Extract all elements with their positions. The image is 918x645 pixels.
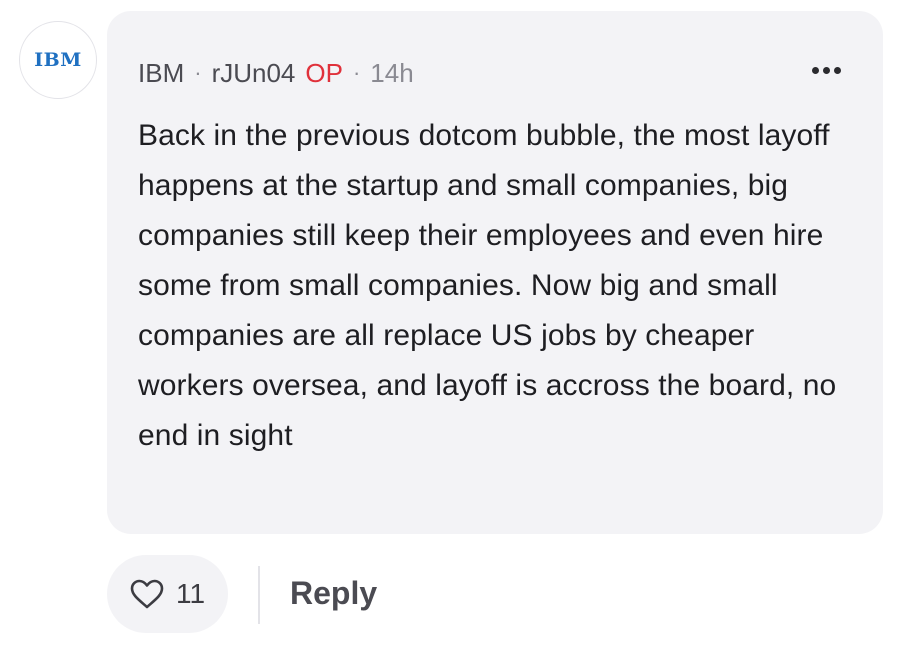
like-count: 11 [175, 578, 206, 609]
avatar[interactable]: IBM [19, 21, 97, 99]
timestamp: 14h [370, 57, 414, 88]
comment-bubble: IBM · rJUn04 OP · 14h Back in the previo… [107, 11, 883, 534]
dot [812, 67, 819, 74]
reply-button[interactable]: Reply [290, 575, 377, 612]
dot [834, 67, 841, 74]
dot [823, 67, 830, 74]
op-badge: OP [305, 57, 343, 88]
more-options-icon[interactable] [812, 67, 841, 74]
username[interactable]: rJUn04 [212, 58, 296, 89]
company-name[interactable]: IBM [138, 58, 184, 89]
like-button[interactable]: 11 [107, 555, 228, 633]
heart-icon [130, 579, 164, 609]
separator-dot: · [352, 60, 361, 85]
comment-meta: IBM · rJUn04 OP · 14h [138, 55, 414, 91]
separator-dot: · [194, 60, 202, 85]
ibm-logo-icon: IBM [34, 49, 82, 71]
action-divider [258, 566, 260, 624]
comment-thread: IBM IBM · rJUn04 OP · 14h Back in the pr… [0, 0, 918, 645]
comment-body: Back in the previous dotcom bubble, the … [138, 119, 837, 452]
